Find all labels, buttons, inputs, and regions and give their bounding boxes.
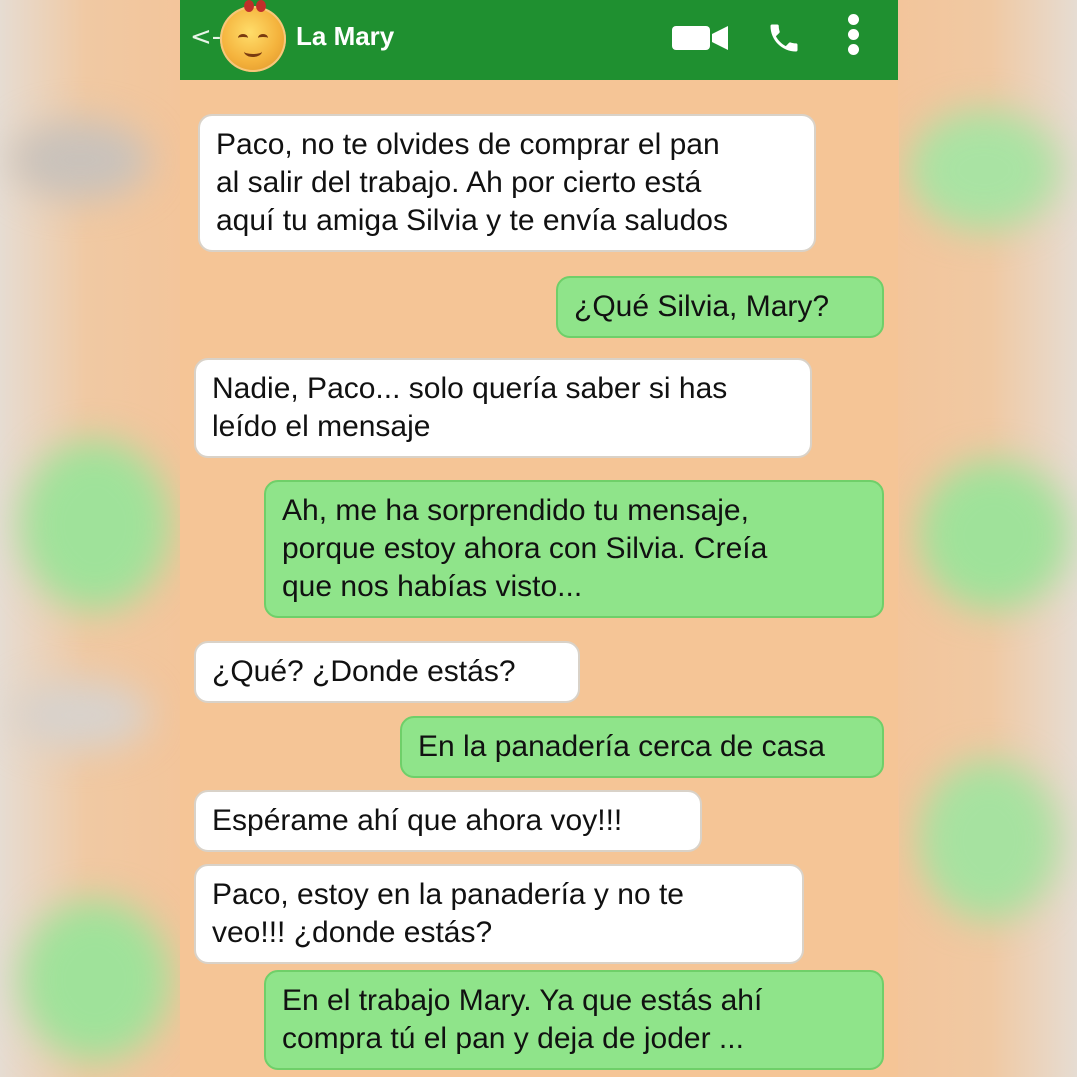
message-outgoing[interactable]: Ah, me ha sorprendido tu mensaje, porque… — [264, 480, 884, 618]
chat-header: <- La Mary — [180, 0, 898, 80]
chat-screen: <- La Mary Paco, no te olvides de compra… — [180, 0, 898, 1077]
message-incoming[interactable]: Nadie, Paco... solo quería saber si has … — [194, 358, 812, 458]
avatar[interactable] — [220, 0, 286, 72]
message-incoming[interactable]: Paco, no te olvides de comprar el pan al… — [198, 114, 816, 252]
message-outgoing[interactable]: ¿Qué Silvia, Mary? — [556, 276, 884, 338]
contact-name[interactable]: La Mary — [296, 20, 394, 52]
message-incoming[interactable]: Espérame ahí que ahora voy!!! — [194, 790, 702, 852]
blurred-background-right — [899, 0, 1077, 1077]
message-incoming[interactable]: ¿Qué? ¿Donde estás? — [194, 641, 580, 703]
blurred-background-left — [0, 0, 180, 1077]
bow-decoration — [244, 0, 266, 12]
message-outgoing[interactable]: En la panadería cerca de casa — [400, 716, 884, 778]
back-arrow-icon[interactable]: <- — [190, 22, 221, 52]
message-outgoing[interactable]: En el trabajo Mary. Ya que estás ahí com… — [264, 970, 884, 1070]
video-call-icon[interactable] — [672, 24, 728, 52]
more-options-icon[interactable] — [844, 14, 862, 60]
message-incoming[interactable]: Paco, estoy en la panadería y no te veo!… — [194, 864, 804, 964]
phone-call-icon[interactable] — [766, 20, 802, 56]
